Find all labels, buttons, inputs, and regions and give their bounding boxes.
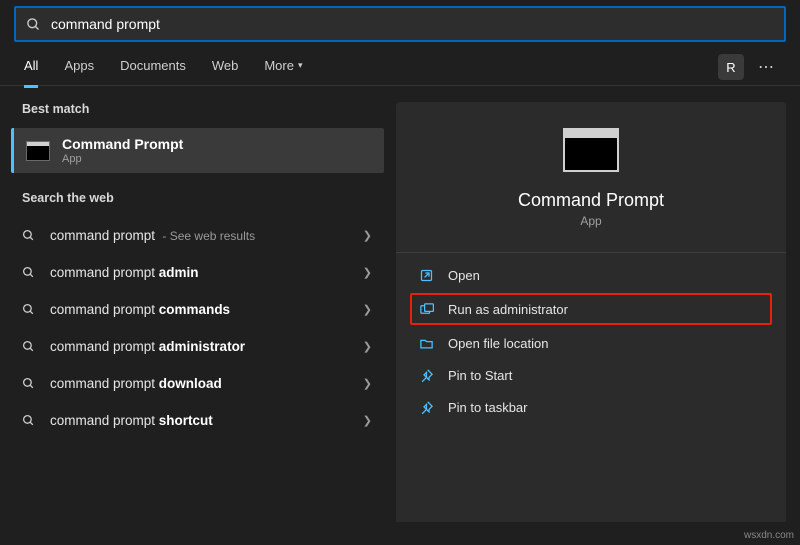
best-match-result[interactable]: Command Prompt App [11, 128, 384, 173]
command-prompt-icon [26, 141, 50, 161]
open-action[interactable]: Open [414, 259, 768, 291]
tab-documents[interactable]: Documents [120, 58, 186, 85]
tab-all[interactable]: All [24, 58, 38, 88]
user-avatar[interactable]: R [718, 54, 744, 80]
tab-more[interactable]: More ▾ [264, 58, 302, 85]
search-icon [22, 229, 36, 242]
open-file-location-action[interactable]: Open file location [414, 327, 768, 359]
folder-icon [418, 335, 434, 351]
open-icon [418, 267, 434, 283]
preview-subtitle: App [580, 214, 601, 228]
filter-tabs: All Apps Documents Web More ▾ R ⋯ [0, 42, 800, 85]
best-match-label: Best match [22, 102, 384, 116]
web-result-text: command prompt administrator [50, 339, 355, 354]
web-result-text: command prompt - See web results [50, 228, 355, 243]
open-file-location-label: Open file location [448, 336, 548, 351]
chevron-right-icon: ❯ [363, 377, 372, 390]
pin-to-start-label: Pin to Start [448, 368, 512, 383]
open-label: Open [448, 268, 480, 283]
web-result[interactable]: command prompt - See web results ❯ [14, 217, 384, 254]
tab-web[interactable]: Web [212, 58, 239, 85]
search-icon [22, 303, 36, 316]
results-column: Best match Command Prompt App Search the… [14, 102, 384, 522]
tab-more-label: More [264, 58, 294, 73]
web-result[interactable]: command prompt commands ❯ [14, 291, 384, 328]
overflow-menu-button[interactable]: ⋯ [758, 57, 776, 77]
pin-to-taskbar-action[interactable]: Pin to taskbar [414, 391, 768, 423]
search-input[interactable] [51, 8, 774, 40]
run-as-admin-action[interactable]: Run as administrator [410, 293, 772, 325]
web-result[interactable]: command prompt download ❯ [14, 365, 384, 402]
preview-title: Command Prompt [518, 190, 664, 211]
chevron-right-icon: ❯ [363, 340, 372, 353]
best-match-subtitle: App [62, 153, 183, 165]
preview-panel: Command Prompt App Open Run as administr… [396, 102, 786, 522]
web-results-list: command prompt - See web results ❯ comma… [14, 217, 384, 439]
best-match-title: Command Prompt [62, 136, 183, 152]
search-web-label: Search the web [22, 191, 384, 205]
search-icon [22, 377, 36, 390]
chevron-right-icon: ❯ [363, 303, 372, 316]
search-box[interactable] [14, 6, 786, 42]
tab-apps[interactable]: Apps [64, 58, 94, 85]
search-icon [22, 340, 36, 353]
chevron-right-icon: ❯ [363, 266, 372, 279]
watermark: wsxdn.com [744, 530, 794, 541]
search-icon [22, 414, 36, 427]
search-icon [26, 17, 41, 32]
action-list: Open Run as administrator Open file loca… [414, 259, 768, 423]
run-as-admin-label: Run as administrator [448, 302, 568, 317]
chevron-right-icon: ❯ [363, 414, 372, 427]
web-result-text: command prompt admin [50, 265, 355, 280]
web-result[interactable]: command prompt administrator ❯ [14, 328, 384, 365]
pin-to-start-action[interactable]: Pin to Start [414, 359, 768, 391]
web-result-text: command prompt commands [50, 302, 355, 317]
web-result[interactable]: command prompt shortcut ❯ [14, 402, 384, 439]
pin-icon [418, 367, 434, 383]
panel-divider [396, 252, 786, 253]
web-result[interactable]: command prompt admin ❯ [14, 254, 384, 291]
chevron-right-icon: ❯ [363, 229, 372, 242]
pin-icon [418, 399, 434, 415]
web-result-text: command prompt download [50, 376, 355, 391]
command-prompt-icon [563, 128, 619, 172]
pin-to-taskbar-label: Pin to taskbar [448, 400, 528, 415]
web-result-text: command prompt shortcut [50, 413, 355, 428]
search-icon [22, 266, 36, 279]
admin-shield-icon [418, 301, 434, 317]
chevron-down-icon: ▾ [298, 60, 303, 71]
